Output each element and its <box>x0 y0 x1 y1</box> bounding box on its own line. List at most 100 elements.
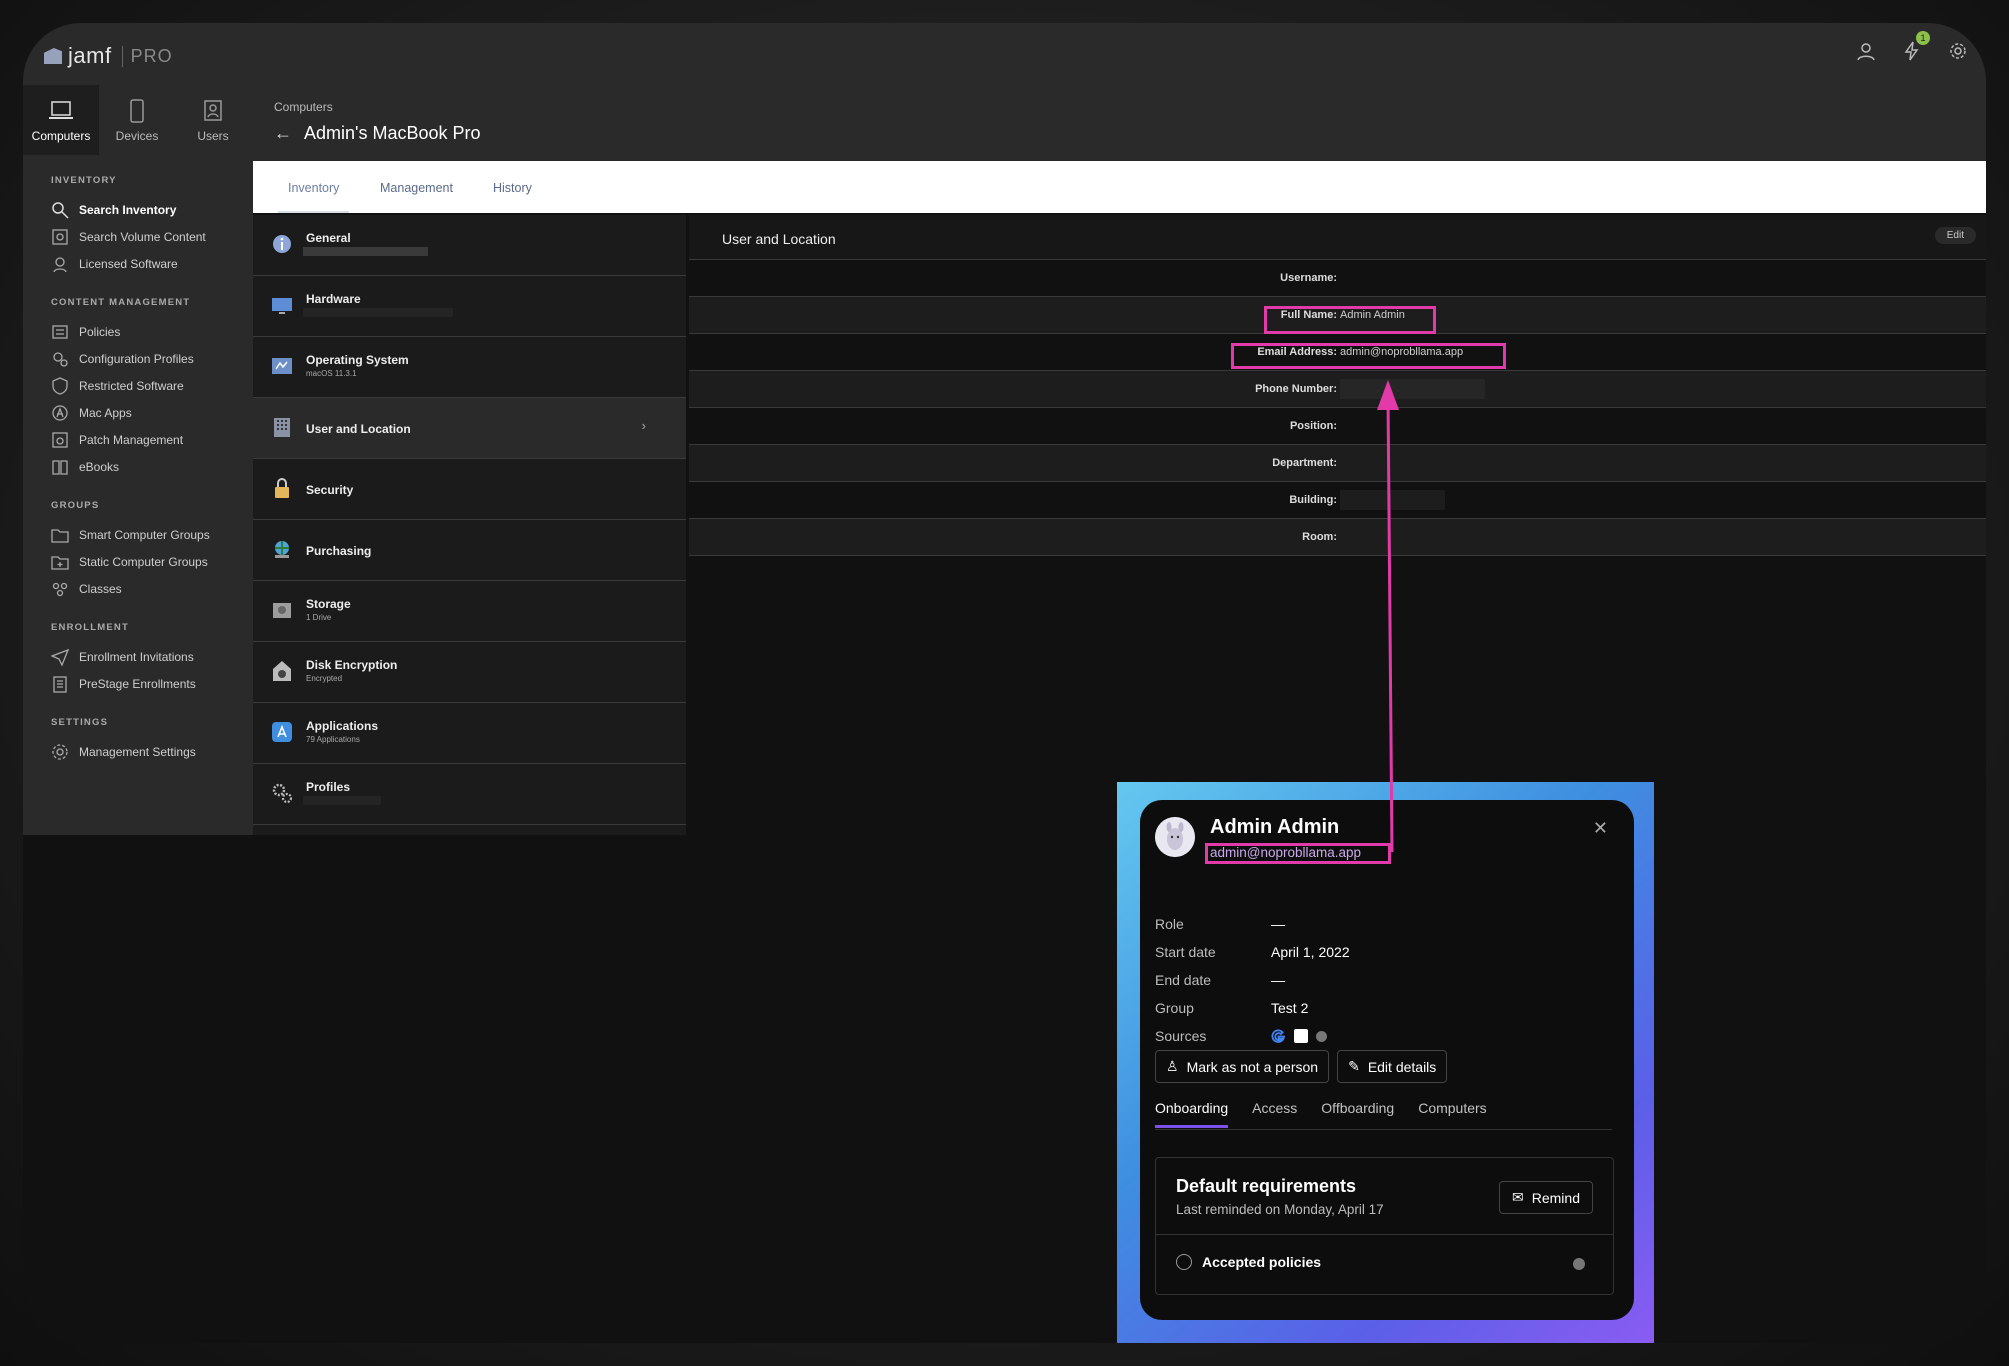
nav-tab-devices[interactable]: Devices <box>99 85 175 155</box>
category-subtitle: Encrypted <box>306 674 343 683</box>
category-disk-encryption[interactable]: Disk Encryption Encrypted <box>253 642 686 703</box>
category-storage[interactable]: Storage 1 Drive <box>253 581 686 642</box>
edit-details-button[interactable]: ✎ Edit details <box>1337 1050 1448 1083</box>
sidebar-item-configuration-profiles[interactable]: Configuration Profiles <box>23 345 253 372</box>
phone-icon <box>123 99 151 123</box>
lock-icon <box>271 477 293 499</box>
section-heading-settings: SETTINGS <box>51 717 109 728</box>
category-name: Security <box>306 483 354 497</box>
edit-button[interactable]: Edit <box>1934 227 1976 244</box>
tab-bar: Inventory Management History <box>253 161 1986 213</box>
breadcrumb[interactable]: Computers <box>274 100 333 114</box>
person-name: Admin Admin <box>1210 816 1340 838</box>
category-name: General <box>306 231 351 245</box>
category-operating-system[interactable]: Operating System macOS 11.3.1 <box>253 337 686 398</box>
sidebar-item-smart-computer-groups[interactable]: Smart Computer Groups <box>23 521 253 548</box>
jamf-logo-icon <box>44 48 62 64</box>
sidebar-item-label: Search Inventory <box>79 202 177 217</box>
shield-icon <box>51 376 69 395</box>
sidebar-item-licensed-software[interactable]: Licensed Software <box>23 250 253 277</box>
section-heading-inventory: INVENTORY <box>51 175 117 186</box>
sources-list <box>1271 1029 1327 1044</box>
sidebar-item-label: Policies <box>79 324 121 339</box>
tab-history[interactable]: History <box>493 181 532 195</box>
attribute-key: Group <box>1155 1000 1194 1016</box>
nav-tab-label: Users <box>197 129 229 143</box>
close-icon[interactable]: ✕ <box>1593 818 1608 839</box>
person-tabs: Onboarding Access Offboarding Computers <box>1155 1100 1612 1130</box>
tab-inventory[interactable]: Inventory <box>277 181 350 213</box>
sidebar-item-enrollment-invitations[interactable]: Enrollment Invitations <box>23 643 253 670</box>
sidebar-item-search-volume-content[interactable]: Search Volume Content <box>23 223 253 250</box>
category-subtitle: macOS 11.3.1 <box>306 369 357 378</box>
attribute-value: — <box>1271 916 1285 932</box>
patch-icon <box>51 431 69 449</box>
category-name: User and Location <box>306 422 411 436</box>
sidebar-item-restricted-software[interactable]: Restricted Software <box>23 372 253 399</box>
jamf-logo[interactable]: jamf PRO <box>44 43 173 69</box>
attribute-row-role: Role — <box>1155 910 1350 938</box>
gears-icon <box>271 782 293 804</box>
nav-tab-computers[interactable]: Computers <box>23 85 99 155</box>
field-row-department: Department: <box>689 445 1986 482</box>
category-purchasing[interactable]: Purchasing <box>253 520 686 581</box>
nav-tab-label: Devices <box>115 129 159 143</box>
category-general[interactable]: General <box>253 215 686 276</box>
sidebar-item-label: Classes <box>79 581 122 596</box>
globe-icon <box>271 538 293 560</box>
back-arrow-icon[interactable]: ← <box>274 123 292 144</box>
sidebar-item-label: Enrollment Invitations <box>79 649 194 664</box>
sidebar-item-label: Configuration Profiles <box>79 351 194 366</box>
attribute-row-end-date: End date — <box>1155 966 1350 994</box>
tab-management[interactable]: Management <box>380 181 453 195</box>
tab-access[interactable]: Access <box>1252 1100 1297 1129</box>
notification-badge: 1 <box>1916 31 1930 45</box>
field-label: Building: <box>1289 494 1337 506</box>
category-name: Storage <box>306 597 351 611</box>
requirements-card: Default requirements Last reminded on Mo… <box>1155 1157 1614 1295</box>
field-label: Room: <box>1302 531 1337 543</box>
field-label: Department: <box>1272 457 1337 469</box>
category-profiles[interactable]: Profiles <box>253 764 686 825</box>
tab-computers[interactable]: Computers <box>1418 1100 1486 1129</box>
avatar <box>1155 817 1195 857</box>
field-label: Username: <box>1280 272 1337 284</box>
sidebar-item-search-inventory[interactable]: Search Inventory <box>23 196 253 223</box>
google-icon <box>1271 1029 1286 1044</box>
mark-not-person-button[interactable]: ♙ Mark as not a person <box>1155 1050 1330 1083</box>
category-name: Operating System <box>306 353 409 367</box>
category-name: Applications <box>306 719 379 733</box>
tab-onboarding[interactable]: Onboarding <box>1155 1100 1229 1129</box>
category-hardware[interactable]: Hardware <box>253 276 686 337</box>
category-user-and-location[interactable]: User and Location › <box>253 398 686 459</box>
category-security[interactable]: Security <box>253 459 686 520</box>
sidebar-item-label: Patch Management <box>79 432 184 447</box>
sidebar-item-prestage-enrollments[interactable]: PreStage Enrollments <box>23 670 253 697</box>
settings-gear-icon[interactable] <box>1948 41 1968 61</box>
app-store-icon <box>51 404 69 422</box>
notifications-bolt-icon[interactable]: 1 <box>1902 31 1930 61</box>
sidebar-item-management-settings[interactable]: Management Settings <box>23 738 253 765</box>
remind-button[interactable]: ✉ Remind <box>1499 1181 1593 1214</box>
sidebar-item-patch-management[interactable]: Patch Management <box>23 426 253 453</box>
laptop-icon <box>47 99 75 123</box>
attribute-row-sources: Sources <box>1155 1022 1350 1050</box>
sidebar-item-mac-apps[interactable]: Mac Apps <box>23 399 253 426</box>
top-bar: jamf PRO 1 <box>23 23 1986 85</box>
requirement-item[interactable]: Accepted policies <box>1176 1254 1321 1270</box>
sidebar-item-static-computer-groups[interactable]: Static Computer Groups <box>23 548 253 575</box>
user-account-icon[interactable] <box>1856 41 1876 61</box>
volume-search-icon <box>51 228 69 246</box>
section-heading-groups: GROUPS <box>51 500 100 511</box>
app-window: jamf PRO 1 Computers Devices Users INVEN… <box>23 23 1986 1343</box>
nav-tab-users[interactable]: Users <box>175 85 251 155</box>
sidebar-item-ebooks[interactable]: eBooks <box>23 453 253 480</box>
sidebar-item-classes[interactable]: Classes <box>23 575 253 602</box>
category-name: Hardware <box>306 292 361 306</box>
category-applications[interactable]: Applications 79 Applications <box>253 703 686 764</box>
person-attributes: Role — Start date April 1, 2022 End date — … <box>1155 910 1350 1050</box>
tab-offboarding[interactable]: Offboarding <box>1321 1100 1394 1129</box>
requirements-subtitle: Last reminded on Monday, April 17 <box>1176 1202 1384 1217</box>
sidebar-item-policies[interactable]: Policies <box>23 318 253 345</box>
classes-icon <box>51 580 69 598</box>
